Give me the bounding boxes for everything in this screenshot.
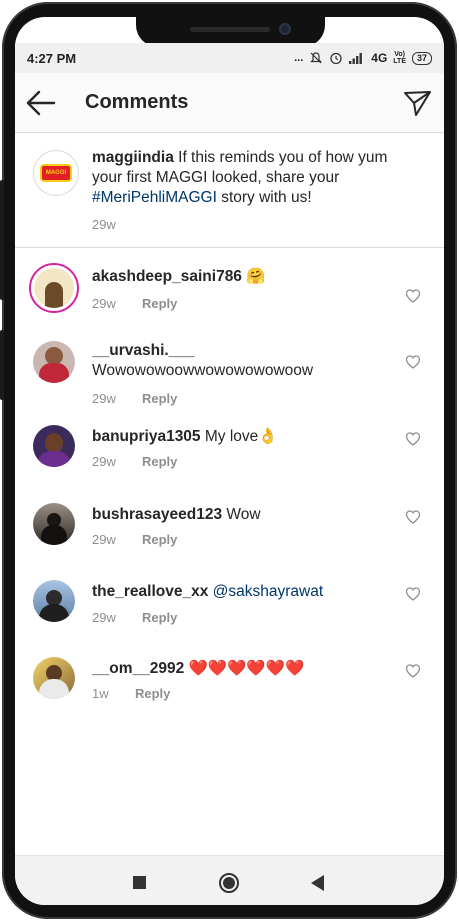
comment-item: banupriya1305 My love👌 29w Reply <box>15 409 444 487</box>
comment-body: 🤗 <box>241 268 266 285</box>
comment-meta: 29w Reply <box>92 610 177 625</box>
comment-text: __om__2992 ❤️❤️❤️❤️❤️❤️ <box>92 659 392 679</box>
screen: 4:27 PM ... 4G Vo) LTE 37 Comments MAGGI… <box>15 17 444 905</box>
reply-button[interactable]: Reply <box>135 686 170 701</box>
mute-bell-icon <box>310 52 323 64</box>
heart-icon[interactable] <box>405 288 421 304</box>
heart-icon[interactable] <box>405 663 421 679</box>
avatar[interactable] <box>33 580 75 622</box>
comment-timestamp: 29w <box>92 296 116 311</box>
signal-icon <box>349 53 363 64</box>
comment-text: __urvashi.___ Wowowowoowwowowowowoow <box>92 341 392 381</box>
home-circle-icon[interactable] <box>219 873 239 893</box>
comment-body: ❤️❤️❤️❤️❤️❤️ <box>184 660 305 677</box>
reply-button[interactable]: Reply <box>142 532 177 547</box>
comments-header: Comments <box>15 73 444 133</box>
caption-timestamp: 29w <box>92 217 116 232</box>
comment-username[interactable]: the_reallove_xx <box>92 583 208 600</box>
more-dots-icon: ... <box>294 52 304 64</box>
comment-username[interactable]: __om__2992 <box>92 660 184 677</box>
caption-body-end: story with us! <box>216 189 312 206</box>
comment-body: My love👌 <box>200 428 278 445</box>
side-button <box>0 180 4 300</box>
reply-button[interactable]: Reply <box>142 610 177 625</box>
status-icons: ... 4G Vo) LTE 37 <box>294 51 432 65</box>
speaker <box>190 27 270 32</box>
status-bar: 4:27 PM ... 4G Vo) LTE 37 <box>15 43 444 73</box>
avatar[interactable] <box>33 503 75 545</box>
heart-icon[interactable] <box>405 586 421 602</box>
comment-item: __urvashi.___ Wowowowoowwowowowowoow 29w… <box>15 327 444 409</box>
comment-meta: 29w Reply <box>92 532 177 547</box>
reply-button[interactable]: Reply <box>142 296 177 311</box>
reply-button[interactable]: Reply <box>142 454 177 469</box>
comment-item: bushrasayeed123 Wow 29w Reply <box>15 487 444 564</box>
logo-text: MAGGI <box>45 170 67 176</box>
comment-text: bushrasayeed123 Wow <box>92 505 392 525</box>
avatar[interactable]: MAGGI <box>33 150 79 196</box>
comment-username[interactable]: bushrasayeed123 <box>92 506 222 523</box>
caption-username[interactable]: maggiindia <box>92 149 174 166</box>
comment-text: banupriya1305 My love👌 <box>92 427 392 447</box>
comment-timestamp: 29w <box>92 454 116 469</box>
comment-text: akashdeep_saini786 🤗 <box>92 267 392 287</box>
avatar[interactable] <box>29 263 79 313</box>
reply-button[interactable]: Reply <box>142 391 177 406</box>
post-caption: MAGGI maggiindia If this reminds you of … <box>15 134 444 248</box>
network-type: 4G <box>371 51 388 65</box>
volte-bottom: LTE <box>393 58 406 65</box>
heart-icon[interactable] <box>405 431 421 447</box>
volte-top: Vo) <box>394 51 406 58</box>
alarm-icon <box>330 52 342 65</box>
comment-meta: 1w Reply <box>92 686 170 701</box>
comment-item: __om__2992 ❤️❤️❤️❤️❤️❤️ 1w Reply <box>15 641 444 719</box>
front-camera <box>279 23 291 35</box>
comment-username[interactable]: __urvashi.___ <box>92 342 195 359</box>
comment-meta: 29w Reply <box>92 454 177 469</box>
heart-icon[interactable] <box>405 354 421 370</box>
comment-body: Wowowowoowwowowowowoow <box>92 362 314 379</box>
comment-body: Wow <box>222 506 261 523</box>
comment-timestamp: 29w <box>92 532 116 547</box>
comment-list: akashdeep_saini786 🤗 29w Reply __urvashi… <box>15 249 444 719</box>
comment-meta: 29w Reply <box>92 391 177 406</box>
caption-text: maggiindia If this reminds you of how yu… <box>92 148 412 208</box>
arrow-left-icon[interactable] <box>25 89 57 117</box>
avatar[interactable] <box>33 341 75 383</box>
volte-indicator: Vo) LTE <box>393 51 406 65</box>
paper-plane-icon[interactable] <box>403 89 433 117</box>
maggi-logo: MAGGI <box>40 164 72 182</box>
comment-meta: 29w Reply <box>92 296 177 311</box>
comment-text: the_reallove_xx @sakshayrawat <box>92 582 392 602</box>
comment-timestamp: 1w <box>92 686 109 701</box>
avatar[interactable] <box>33 425 75 467</box>
page-title: Comments <box>85 91 189 113</box>
side-button <box>0 330 4 400</box>
comment-item: akashdeep_saini786 🤗 29w Reply <box>15 249 444 327</box>
battery-indicator: 37 <box>411 51 432 65</box>
recents-square-icon[interactable] <box>133 876 146 889</box>
system-nav-bar <box>15 855 444 905</box>
hashtag-link[interactable]: #MeriPehliMAGGI <box>92 189 217 206</box>
comment-timestamp: 29w <box>92 391 116 406</box>
back-triangle-icon[interactable] <box>311 875 324 891</box>
home-dot <box>223 877 235 889</box>
heart-icon[interactable] <box>405 509 421 525</box>
status-time: 4:27 PM <box>27 50 77 66</box>
comment-timestamp: 29w <box>92 610 116 625</box>
comment-username[interactable]: banupriya1305 <box>92 428 201 445</box>
comment-username[interactable]: akashdeep_saini786 <box>92 268 242 285</box>
avatar[interactable] <box>33 657 75 699</box>
mention-link[interactable]: @sakshayrawat <box>213 583 324 600</box>
comment-item: the_reallove_xx @sakshayrawat 29w Reply <box>15 564 444 641</box>
